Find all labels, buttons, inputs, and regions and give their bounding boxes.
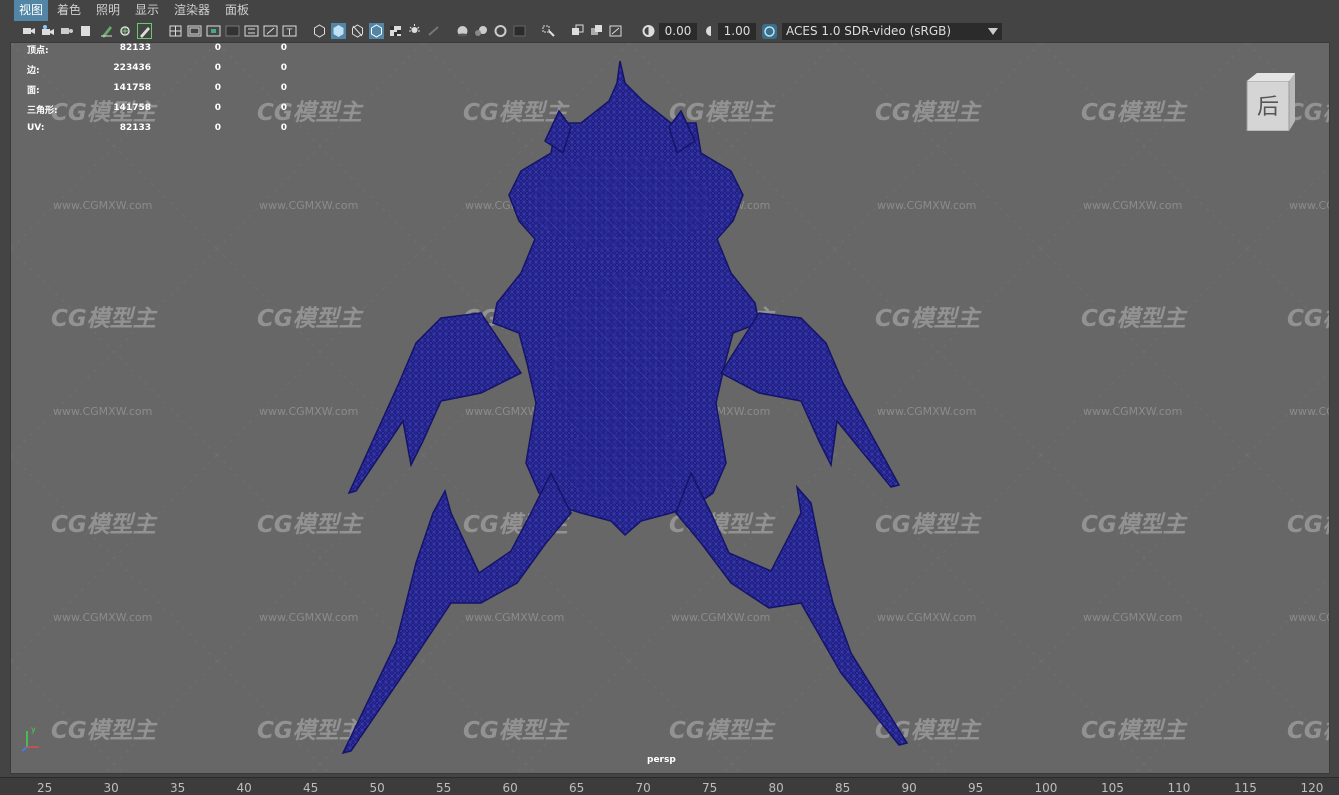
ruler-tick-label: 60 <box>502 781 518 795</box>
hud-stat-label: 三角形: <box>27 106 58 116</box>
exposure-icon[interactable] <box>641 23 656 39</box>
ruler-tick-label: 95 <box>968 781 984 795</box>
menu-lighting[interactable]: 照明 <box>91 0 125 21</box>
ruler-tick-label: 45 <box>303 781 319 795</box>
view-cube-face-label: 后 <box>1256 95 1279 120</box>
view-transform-icon[interactable] <box>762 23 777 39</box>
hud-stat-label: 边: <box>27 66 40 76</box>
lights-icon[interactable] <box>407 23 422 39</box>
hud-stat-value: 0 <box>214 83 221 93</box>
bookmarks-icon[interactable] <box>59 23 74 39</box>
ruler-tick-label: 115 <box>1234 781 1257 795</box>
xray-joints-icon[interactable] <box>608 23 623 39</box>
view-transform-value: ACES 1.0 SDR-video (sRGB) <box>786 24 952 38</box>
film-gate-icon[interactable] <box>187 23 202 39</box>
hud-stat-row: UV: 82133 0 0 <box>27 123 287 135</box>
hud-stat-value: 0 <box>214 43 221 53</box>
hud-stat-value: 0 <box>280 123 287 133</box>
ruler-tick-label: 55 <box>436 781 452 795</box>
perspective-viewport[interactable]: CG模型主 www.CGMXW.com CG模型主 www.CGMXW.com CG模型… <box>10 42 1330 774</box>
2d-pan-zoom-icon[interactable] <box>118 23 133 39</box>
ruler-tick-label: 35 <box>170 781 186 795</box>
camera-name-label: persp <box>647 755 676 765</box>
smooth-shade-cube-icon[interactable] <box>331 23 346 39</box>
field-chart-icon[interactable] <box>244 23 259 39</box>
panel-menu-bar: 视图 着色 照明 显示 渲染器 面板 <box>0 0 1339 21</box>
wireframe-cube-icon[interactable] <box>312 23 327 39</box>
textured-icon[interactable] <box>388 23 403 39</box>
ruler-tick-label: 40 <box>236 781 252 795</box>
hud-stat-value: 0 <box>280 83 287 93</box>
isolate-select-icon[interactable] <box>541 23 556 39</box>
ruler-tick-label: 30 <box>103 781 119 795</box>
hud-stat-value: 223436 <box>113 63 151 73</box>
ruler-tick-label: 80 <box>768 781 784 795</box>
hud-stat-row: 顶点: 82133 0 0 <box>27 43 287 56</box>
ruler-tick-label: 100 <box>1034 781 1058 795</box>
multisample-aa-icon[interactable] <box>493 23 508 39</box>
grease-pencil-icon[interactable] <box>99 23 114 39</box>
hud-stat-value: 0 <box>214 63 221 73</box>
safe-action-icon[interactable] <box>263 23 278 39</box>
resolution-gate-icon[interactable] <box>206 23 221 39</box>
hud-stat-row: 边: 223436 0 0 <box>27 63 287 76</box>
ruler-tick-label: 75 <box>702 781 718 795</box>
xray-active-components-icon[interactable] <box>589 23 604 39</box>
panel-toolbar: T 0.00 1.00 ACES 1.0 SDR-video (sRGB) <box>0 21 1339 42</box>
shadows-icon[interactable] <box>426 23 441 39</box>
chevron-down-icon <box>988 28 998 35</box>
ruler-tick-label: 50 <box>369 781 385 795</box>
hud-stat-value: 0 <box>280 63 287 73</box>
wireframe-model <box>341 60 909 755</box>
depth-of-field-icon[interactable] <box>512 23 527 39</box>
hud-stat-value: 0 <box>214 123 221 133</box>
hud-stat-label: 顶点: <box>27 46 49 56</box>
default-material-icon[interactable] <box>350 23 365 39</box>
select-camera-icon[interactable] <box>21 23 36 39</box>
axis-y-label: y <box>31 725 36 734</box>
hud-stat-value: 82133 <box>119 123 151 133</box>
svg-text:T: T <box>286 28 293 38</box>
camera-attributes-icon[interactable] <box>40 23 55 39</box>
ruler-tick-label: 120 <box>1300 781 1324 795</box>
hud-stat-row: 三角形: 141758 0 0 <box>27 103 287 116</box>
hud-stat-value: 0 <box>280 103 287 113</box>
menu-panels[interactable]: 面板 <box>220 0 254 21</box>
time-slider-ruler[interactable]: 25 30 35 40 45 50 55 60 65 70 75 80 85 90 95 100 105 110 1… <box>0 777 1339 795</box>
exposure-field[interactable]: 0.00 <box>659 23 697 40</box>
ruler-tick-label: 65 <box>569 781 585 795</box>
hud-stat-row: 面: 141758 0 0 <box>27 83 287 96</box>
view-transform-dropdown[interactable]: ACES 1.0 SDR-video (sRGB) <box>782 23 1002 40</box>
menu-shading[interactable]: 着色 <box>52 0 86 21</box>
ruler-tick-label: 85 <box>835 781 851 795</box>
hud-stat-value: 0 <box>214 103 221 113</box>
hud-stat-label: 面: <box>27 86 40 96</box>
screen-space-ao-icon[interactable] <box>455 23 470 39</box>
draw-icon[interactable] <box>137 23 152 39</box>
image-plane-icon[interactable] <box>78 23 93 39</box>
wireframe-on-shaded-icon[interactable] <box>369 23 384 39</box>
menu-renderer[interactable]: 渲染器 <box>169 0 215 21</box>
gamma-field[interactable]: 1.00 <box>718 23 756 40</box>
menu-show[interactable]: 显示 <box>130 0 164 21</box>
ruler-tick-label: 90 <box>901 781 917 795</box>
view-cube[interactable]: 后 <box>1243 73 1295 132</box>
hud-stat-value: 141758 <box>113 83 151 93</box>
hud-stat-value: 0 <box>280 43 287 53</box>
hud-stat-value: 141758 <box>113 103 151 113</box>
ruler-tick-label: 70 <box>635 781 651 795</box>
hud-stat-label: UV: <box>27 123 45 133</box>
axis-gizmo: y <box>21 725 39 752</box>
ruler-tick-label: 105 <box>1101 781 1124 795</box>
gamma-icon[interactable] <box>702 23 717 39</box>
xray-icon[interactable] <box>570 23 585 39</box>
gate-mask-icon[interactable] <box>225 23 240 39</box>
menu-view[interactable]: 视图 <box>14 0 49 21</box>
grid-icon[interactable] <box>168 23 183 39</box>
ruler-tick-label: 25 <box>37 781 53 795</box>
ruler-tick-label: 110 <box>1167 781 1191 795</box>
safe-title-icon[interactable]: T <box>282 23 297 39</box>
motion-blur-icon[interactable] <box>474 23 489 39</box>
hud-stat-value: 82133 <box>119 43 151 53</box>
